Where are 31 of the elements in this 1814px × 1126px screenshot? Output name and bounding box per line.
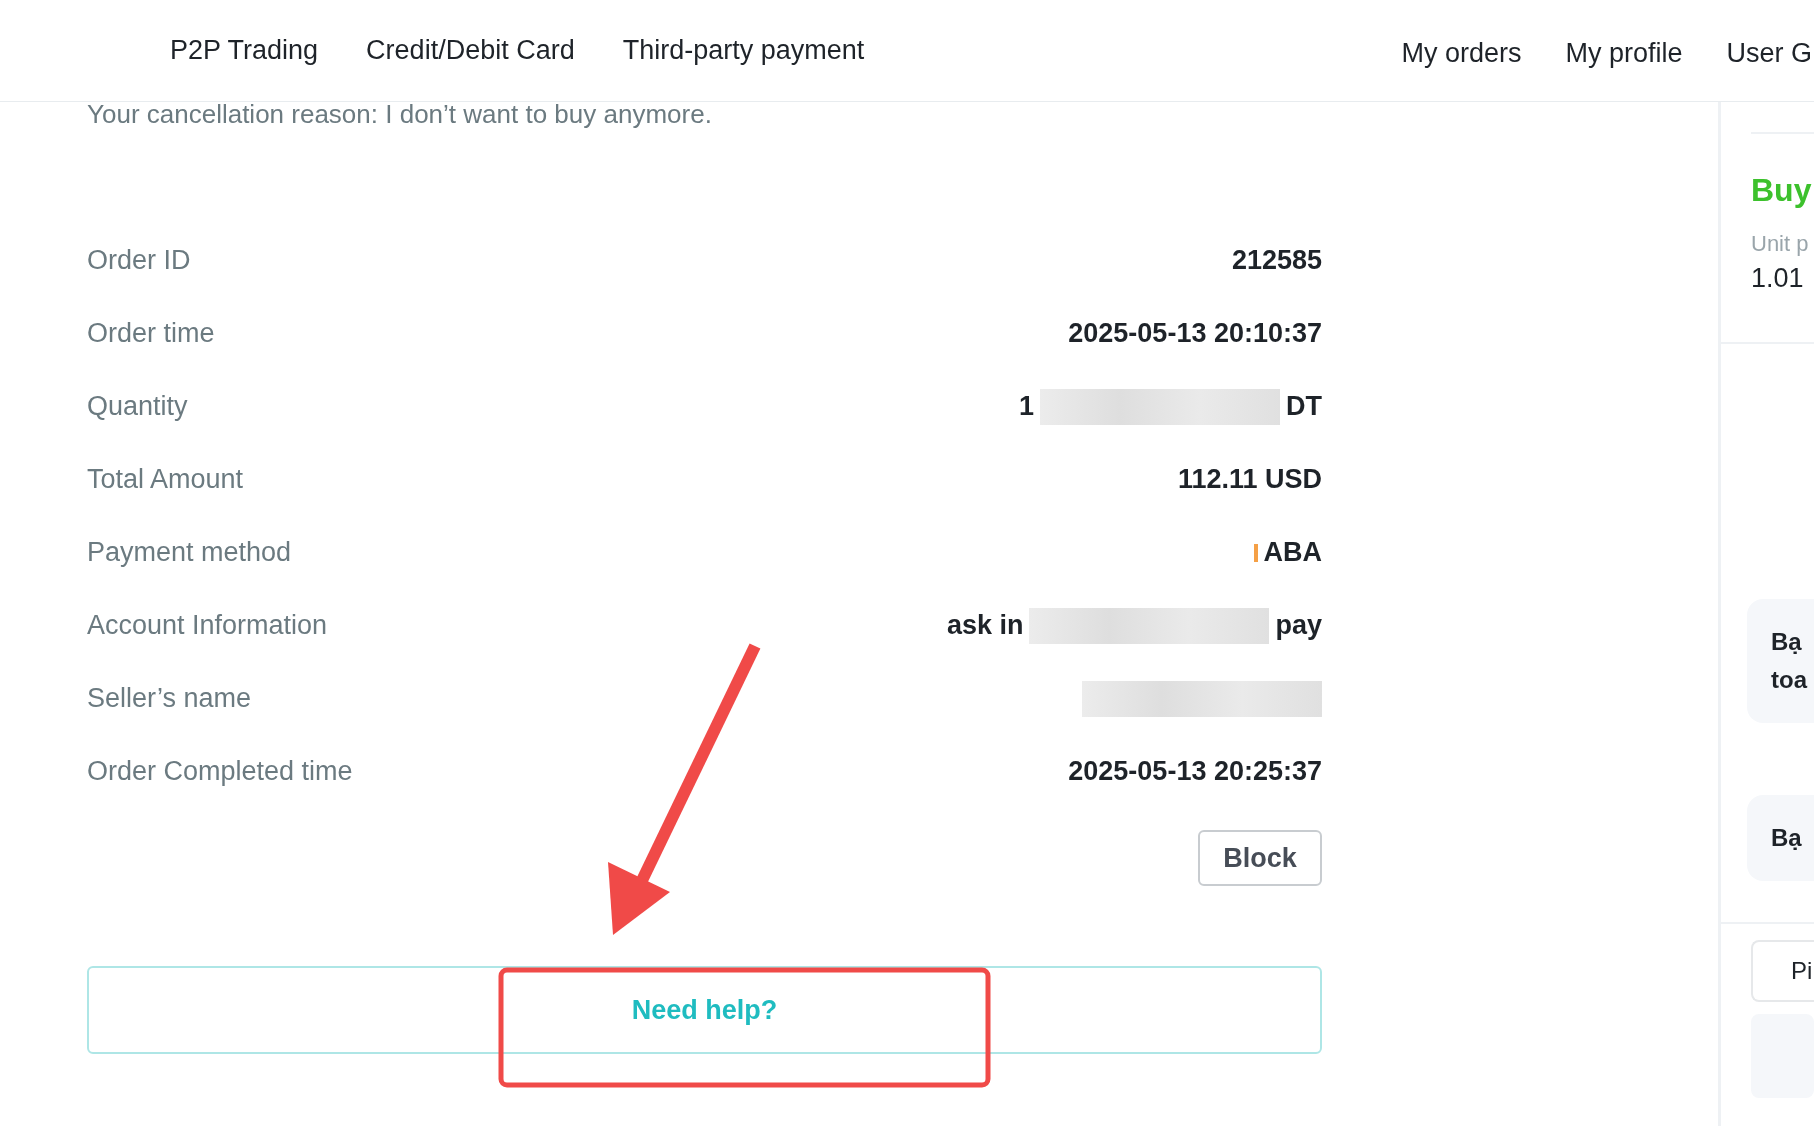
nav-link[interactable]: My orders [1401, 38, 1522, 69]
detail-label: Order time [87, 318, 215, 349]
detail-label: Payment method [87, 537, 292, 568]
detail-label: Seller’s name [87, 683, 252, 714]
nav-link[interactable]: P2P Trading [170, 35, 319, 66]
nav-link[interactable]: Credit/Debit Card [366, 35, 575, 66]
nav-link[interactable]: Third-party payment [622, 35, 865, 66]
detail-label: Total Amount [87, 464, 244, 495]
detail-label: Quantity [87, 391, 188, 422]
detail-label: Order Completed time [87, 756, 353, 787]
unit-price-value: 1.01 [1751, 263, 1805, 294]
detail-label: Account Information [87, 610, 328, 641]
detail-value: 1 [1018, 391, 1034, 422]
buy-title: Buy [1751, 172, 1813, 209]
message-card: Bạ [1747, 795, 1814, 881]
detail-value: pay [1275, 610, 1322, 641]
detail-value: 2025-05-13 20:25:37 [1068, 756, 1322, 787]
block-button[interactable]: Block [1198, 830, 1322, 886]
cancellation-reason: Your cancellation reason: I don’t want to buy anymore. [87, 102, 713, 126]
detail-value: DT [1286, 391, 1322, 422]
detail-value: ABA [1263, 537, 1322, 568]
detail-value: ask in [946, 610, 1024, 641]
nav-link[interactable]: User G [1726, 38, 1812, 69]
unit-price-label: Unit p [1751, 231, 1810, 257]
detail-value: 2025-05-13 20:10:37 [1068, 318, 1322, 349]
nav-link[interactable]: My profile [1565, 38, 1683, 69]
detail-value: 112.11 USD [1177, 464, 1322, 495]
detail-label: Order ID [87, 245, 191, 276]
message-card: Bạ toa [1747, 599, 1814, 723]
side-button[interactable]: Pi [1751, 940, 1814, 1002]
detail-value: 212585 [1231, 245, 1322, 276]
